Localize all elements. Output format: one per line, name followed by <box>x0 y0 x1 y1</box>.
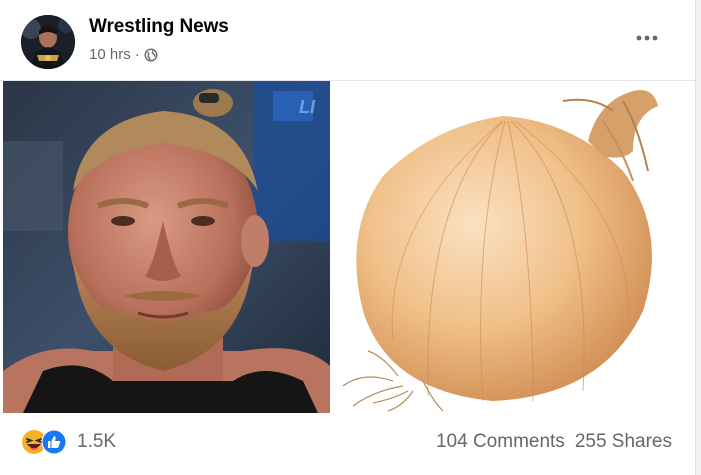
more-options-icon <box>636 35 658 41</box>
page-avatar[interactable] <box>21 15 75 69</box>
wrestler-photo[interactable]: LI <box>3 81 330 413</box>
like-reaction-icon <box>41 429 67 455</box>
svg-text:LI: LI <box>299 97 316 117</box>
globe-icon[interactable] <box>144 48 158 62</box>
shares-count[interactable]: 255 Shares <box>575 431 672 453</box>
avatar-image <box>21 15 75 69</box>
wrestler-image: LI <box>3 81 330 413</box>
more-options-button[interactable] <box>629 26 665 50</box>
onion-image <box>333 81 663 413</box>
post-card: Wrestling News 10 hrs · LI 1.5K 104 Comm… <box>0 0 696 475</box>
comments-count[interactable]: 104 Comments <box>436 431 565 453</box>
post-photos: LI <box>0 81 695 413</box>
post-meta: 10 hrs · <box>89 46 158 63</box>
post-time[interactable]: 10 hrs <box>89 46 131 63</box>
onion-photo[interactable] <box>333 81 663 413</box>
reactions-summary[interactable]: 1.5K <box>21 429 116 455</box>
page-name[interactable]: Wrestling News <box>89 16 229 38</box>
meta-separator: · <box>134 46 140 63</box>
post-stats: 104 Comments 255 Shares <box>436 431 672 453</box>
reactions-count[interactable]: 1.5K <box>77 431 116 453</box>
